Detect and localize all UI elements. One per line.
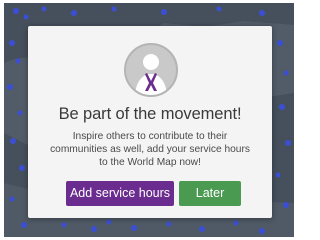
map-pin[interactable]	[61, 222, 67, 228]
later-button[interactable]: Later	[179, 181, 241, 206]
map-pin[interactable]	[19, 165, 25, 171]
map-pin[interactable]	[17, 110, 23, 116]
map-pin[interactable]	[91, 226, 97, 232]
map-pin[interactable]	[106, 219, 112, 225]
call-to-action-modal: Be part of the movement! Inspire others …	[28, 26, 272, 218]
map-pin[interactable]	[259, 10, 265, 16]
modal-message: Inspire others to contribute to their co…	[50, 131, 250, 168]
map-pin[interactable]	[9, 40, 15, 46]
map-pin[interactable]	[131, 225, 137, 231]
map-pin[interactable]	[161, 9, 167, 15]
map-pin[interactable]	[166, 221, 172, 227]
map-pin[interactable]	[279, 104, 285, 110]
map-pin[interactable]	[41, 6, 47, 12]
map-pin[interactable]	[283, 202, 289, 208]
avatar-figure	[135, 54, 167, 95]
map-pin[interactable]	[285, 140, 291, 146]
map-pin[interactable]	[283, 70, 289, 76]
map-pin[interactable]	[259, 228, 265, 234]
modal-headline: Be part of the movement!	[58, 105, 242, 123]
map-pin[interactable]	[15, 58, 21, 64]
map-pin[interactable]	[233, 220, 239, 226]
map-pin[interactable]	[71, 10, 77, 16]
map-pin[interactable]	[13, 8, 19, 14]
map-pin[interactable]	[111, 6, 117, 12]
add-service-hours-button[interactable]: Add service hours	[66, 181, 174, 206]
map-pin[interactable]	[10, 138, 16, 144]
map-pin[interactable]	[23, 14, 29, 20]
map-pin[interactable]	[21, 222, 27, 228]
map-pin[interactable]	[277, 40, 283, 46]
map-pin[interactable]	[7, 84, 13, 90]
ribbon-icon	[124, 43, 178, 97]
map-pin[interactable]	[9, 196, 15, 202]
map-pin[interactable]	[275, 172, 281, 178]
map-pin[interactable]	[216, 6, 222, 12]
map-pin[interactable]	[199, 226, 205, 232]
screenshot-frame: Be part of the movement! Inspire others …	[0, 0, 298, 240]
